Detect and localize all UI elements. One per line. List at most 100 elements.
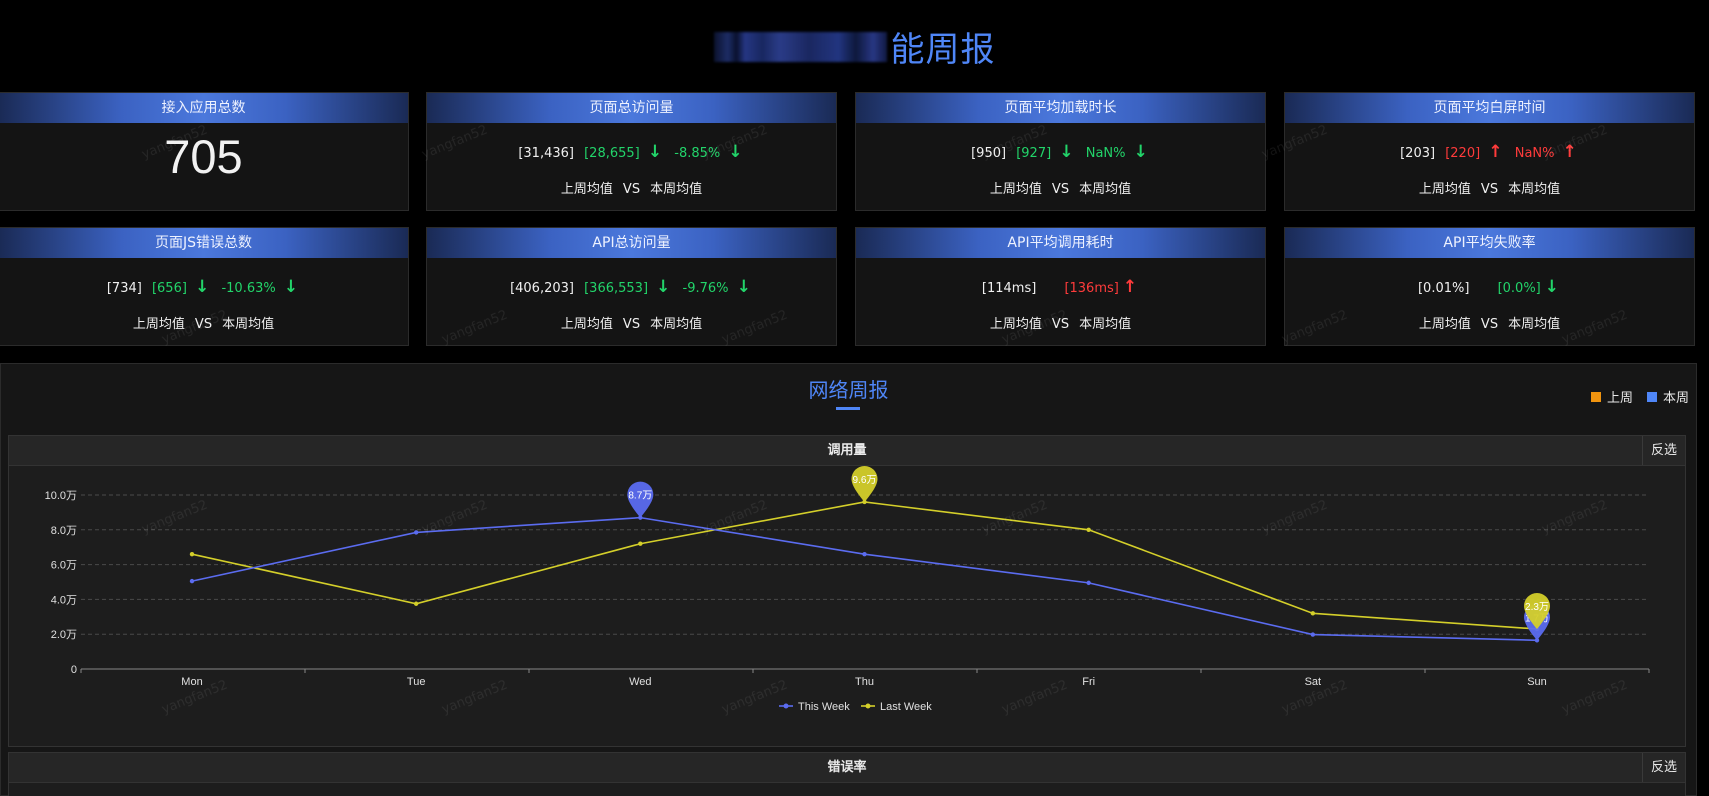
data-point	[189, 578, 195, 584]
y-tick-label: 2.0万	[51, 629, 77, 641]
card-title: 页面平均白屏时间	[1285, 93, 1694, 123]
compare-this: 本周均值	[1079, 317, 1132, 332]
change-percent: -10.63% ↓	[219, 277, 300, 297]
legend-label: 本周	[1662, 391, 1689, 406]
card-big-value: 705	[164, 130, 243, 183]
compare-this: 本周均值	[1508, 317, 1561, 332]
last-week-value: [0.01%]	[1417, 281, 1470, 296]
trend-arrow-icon: ↓	[1133, 142, 1148, 162]
last-week-value: [734]	[106, 281, 142, 296]
last-week-value: [31,436]	[518, 146, 574, 161]
x-tick-label: Wed	[629, 676, 651, 688]
invert-selection-button[interactable]: 反选	[1642, 436, 1685, 465]
compare-last: 上周均值	[560, 182, 613, 197]
compare-this: 本周均值	[1508, 182, 1561, 197]
change-percent: NaN% ↓	[1084, 142, 1150, 162]
network-section-title: 网络周报	[808, 378, 889, 402]
card-compare: 上周均值 VS 本周均值	[427, 178, 836, 197]
card-title: API平均调用耗时	[856, 228, 1265, 258]
panel-header: 错误率 反选	[9, 753, 1685, 783]
trend-arrow-icon: ↓	[736, 277, 751, 297]
this-week-number: [136ms]	[1064, 281, 1119, 296]
x-tick-label: Fri	[1082, 676, 1095, 688]
card-values: [950] [927] ↓ NaN% ↓	[856, 142, 1265, 162]
card-js-errors: 页面JS错误总数 [734] [656] ↓ -10.63% ↓ 上周均值 VS 本…	[0, 227, 409, 346]
change-number: NaN%	[1085, 146, 1126, 161]
data-point	[189, 551, 195, 557]
card-title: 页面JS错误总数	[0, 228, 408, 258]
change-number: NaN%	[1514, 146, 1555, 161]
card-compare: 上周均值 VS 本周均值	[0, 313, 408, 332]
compare-vs: VS	[194, 317, 213, 332]
compare-last: 上周均值	[1418, 317, 1471, 332]
trend-arrow-icon: ↑	[1488, 142, 1503, 162]
compare-last: 上周均值	[1418, 182, 1471, 197]
data-point	[413, 601, 419, 606]
legend-dot-icon	[783, 703, 789, 709]
error-rate-panel: 错误率 反选	[8, 752, 1686, 796]
page-title: 能周报	[890, 30, 996, 70]
data-point	[413, 530, 419, 535]
invert-selection-button[interactable]: 反选	[1642, 753, 1685, 782]
change-percent: NaN% ↑	[1513, 142, 1579, 162]
x-tick-label: Sat	[1305, 676, 1322, 688]
card-values: [31,436] [28,655] ↓ -8.85% ↓	[427, 142, 836, 162]
card-compare: 上周均值 VS 本周均值	[1285, 178, 1694, 197]
card-title: API平均失败率	[1285, 228, 1694, 258]
y-tick-label: 8.0万	[51, 525, 77, 537]
compare-this: 本周均值	[650, 317, 703, 332]
trend-arrow-icon: ↓	[195, 277, 210, 297]
this-week-number: [0.0%]	[1497, 281, 1541, 296]
this-week-value: [28,655] ↓	[582, 142, 664, 162]
y-tick-label: 0	[71, 664, 77, 676]
this-week-value: [656] ↓	[150, 277, 211, 297]
compare-last: 上周均值	[132, 317, 185, 332]
data-point	[862, 551, 867, 557]
last-week-value: [950]	[971, 146, 1007, 161]
call-volume-panel: 调用量 反选 0 2.0万 4.0万 6.0万 8.0万 10.0万 Mon Tue Wed Th…	[8, 435, 1686, 747]
pin-label: 2.3万	[1525, 602, 1549, 613]
data-point	[1086, 580, 1091, 586]
last-week-value: [114ms]	[981, 281, 1037, 296]
data-point	[1310, 611, 1316, 616]
call-volume-line-chart: 0 2.0万 4.0万 6.0万 8.0万 10.0万 Mon Tue Wed Thu Fri Sat…	[45, 465, 1650, 713]
trend-arrow-icon: ↓	[283, 277, 299, 297]
change-number: -9.76%	[682, 281, 729, 296]
card-title: 接入应用总数	[0, 93, 408, 123]
pin-label: 9.6万	[853, 475, 877, 486]
card-values: [0.01%] [0.0%] ↓	[1285, 277, 1694, 297]
card-values: [114ms] [136ms] ↑	[856, 277, 1265, 297]
change-percent: -8.85% ↓	[672, 142, 744, 162]
change-percent: -9.76% ↓	[681, 277, 753, 297]
y-tick-label: 6.0万	[51, 560, 77, 572]
this-week-number: [220]	[1445, 146, 1481, 161]
card-compare: 上周均值 VS 本周均值	[1285, 313, 1694, 332]
this-week-number: [28,655]	[584, 146, 640, 161]
legend-label: 上周	[1606, 391, 1633, 406]
card-total-apps: 接入应用总数 705	[0, 92, 409, 211]
card-page-visits: 页面总访问量 [31,436] [28,655] ↓ -8.85% ↓ 上周均值…	[426, 92, 837, 211]
compare-vs: VS	[1051, 182, 1070, 197]
compare-last: 上周均值	[989, 182, 1042, 197]
legend-label: Last Week	[880, 701, 932, 713]
redacted-title-prefix	[713, 31, 887, 62]
compare-this: 本周均值	[650, 182, 703, 197]
change-number: -10.63%	[221, 281, 276, 296]
this-week-value: [927] ↓	[1014, 142, 1075, 162]
this-week-number: [366,553]	[584, 281, 649, 296]
legend-swatch	[1646, 391, 1657, 402]
panel-title: 调用量	[827, 443, 867, 458]
this-week-value: [366,553] ↓	[582, 277, 672, 297]
network-legend: 上周 本周	[1590, 387, 1689, 406]
legend-label: This Week	[798, 701, 850, 713]
compare-last: 上周均值	[560, 317, 613, 332]
legend-last-week[interactable]: 上周	[1590, 387, 1633, 406]
compare-vs: VS	[1051, 317, 1070, 332]
change-number: -8.85%	[674, 146, 721, 161]
page-title-bar: 能周报	[0, 22, 1709, 71]
data-point	[638, 541, 643, 546]
trend-arrow-icon: ↑	[1122, 277, 1138, 297]
legend-this-week[interactable]: 本周	[1646, 387, 1689, 406]
panel-title: 错误率	[827, 760, 867, 775]
pin-label: 8.7万	[628, 491, 652, 502]
